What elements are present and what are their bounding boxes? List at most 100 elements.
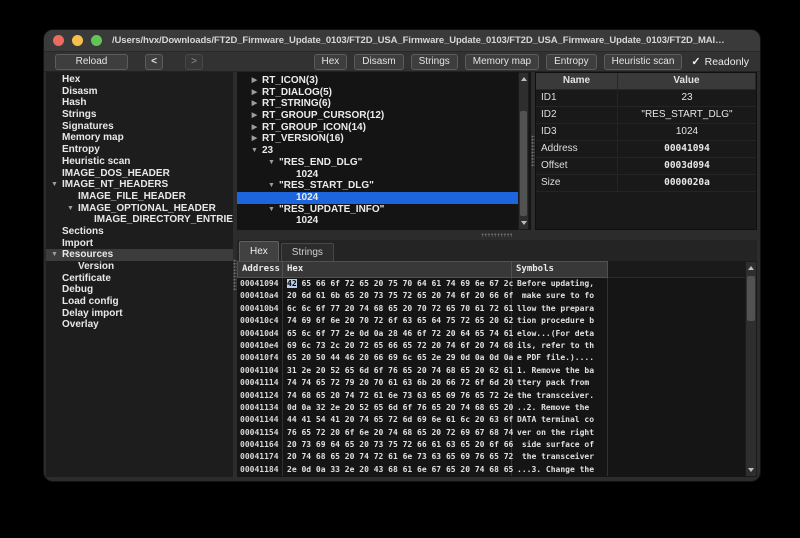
tree-item-rt-string-6[interactable]: ▶RT_STRING(6) <box>237 98 518 110</box>
forward-button[interactable]: > <box>185 54 203 70</box>
tree-item-23[interactable]: ▼23 <box>237 145 518 157</box>
hex-row[interactable]: 0004109442 65 66 6f 72 65 20 75 70 64 61… <box>237 278 745 290</box>
sidebar-item-image-file-header[interactable]: IMAGE_FILE_HEADER <box>46 191 233 203</box>
sidebar-item-hex[interactable]: Hex <box>46 74 233 86</box>
chevron-down-icon[interactable]: ▼ <box>49 249 60 261</box>
sidebar-item-heuristic-scan[interactable]: Heuristic scan <box>46 156 233 168</box>
toolbar-button-entropy[interactable]: Entropy <box>546 54 596 70</box>
property-row-size[interactable]: Size0000020a <box>536 175 756 192</box>
property-row-id3[interactable]: ID31024 <box>536 124 756 141</box>
hex-row[interactable]: 0004114444 41 54 41 20 74 65 72 6d 69 6e… <box>237 414 745 426</box>
tree-item-1024[interactable]: 1024 <box>237 169 518 181</box>
hex-row-address: 00041104 <box>237 365 283 377</box>
toolbar-button-strings[interactable]: Strings <box>411 54 458 70</box>
tree-scrollbar[interactable] <box>518 72 529 230</box>
scroll-down-arrow-icon[interactable] <box>519 217 528 229</box>
toolbar-button-heuristic-scan[interactable]: Heuristic scan <box>604 54 683 70</box>
hex-row[interactable]: 000411340d 0a 32 2e 20 52 65 6d 6f 76 65… <box>237 402 745 414</box>
tree-item-res-end-dlg[interactable]: ▼"RES_END_DLG" <box>237 157 518 169</box>
sidebar-item-strings[interactable]: Strings <box>46 109 233 121</box>
zoom-window-button[interactable] <box>91 35 102 46</box>
sidebar-item-label: Import <box>62 238 93 249</box>
sidebar-item-image-nt-headers[interactable]: ▼IMAGE_NT_HEADERS <box>46 179 233 191</box>
scrollbar-thumb[interactable] <box>520 111 527 216</box>
hex-row[interactable]: 000411842e 0d 0a 33 2e 20 43 68 61 6e 67… <box>237 464 745 476</box>
sidebar-item-image-directory-entries[interactable]: IMAGE_DIRECTORY_ENTRIES <box>46 214 233 226</box>
sidebar-item-memory-map[interactable]: Memory map <box>46 132 233 144</box>
tree-item-1024[interactable]: 1024 <box>237 215 518 227</box>
sidebar-item-version[interactable]: Version <box>46 261 233 273</box>
sidebar-item-resources[interactable]: ▼Resources <box>46 249 233 261</box>
sidebar-item-disasm[interactable]: Disasm <box>46 86 233 98</box>
chevron-down-icon[interactable]: ▼ <box>65 203 76 215</box>
back-button[interactable]: < <box>145 54 163 70</box>
tree-item-res-update-info[interactable]: ▼"RES_UPDATE_INFO" <box>237 204 518 216</box>
tab-strings[interactable]: Strings <box>281 243 334 261</box>
property-row-id1[interactable]: ID123 <box>536 90 756 107</box>
chevron-down-icon[interactable]: ▼ <box>266 204 277 216</box>
sidebar-item-debug[interactable]: Debug <box>46 284 233 296</box>
tree-item-rt-group-cursor-12[interactable]: ▶RT_GROUP_CURSOR(12) <box>237 110 518 122</box>
sidebar-item-signatures[interactable]: Signatures <box>46 121 233 133</box>
hex-row[interactable]: 0004110431 2e 20 52 65 6d 6f 76 65 20 74… <box>237 365 745 377</box>
view-buttons-group: Hex Disasm Strings Memory map Entropy Heurist… <box>314 54 683 70</box>
chevron-right-icon[interactable]: ▶ <box>249 122 260 134</box>
sidebar-item-hash[interactable]: Hash <box>46 97 233 109</box>
sidebar-item-overlay[interactable]: Overlay <box>46 319 233 331</box>
sidebar-item-sections[interactable]: Sections <box>46 226 233 238</box>
sidebar-item-delay-import[interactable]: Delay import <box>46 308 233 320</box>
hex-row[interactable]: 0004115476 65 72 20 6f 6e 20 74 68 65 20… <box>237 427 745 439</box>
hex-row[interactable]: 000410e469 6c 73 2c 20 72 65 66 65 72 20… <box>237 340 745 352</box>
chevron-down-icon[interactable]: ▼ <box>49 179 60 191</box>
scroll-up-arrow-icon[interactable] <box>519 73 528 85</box>
hex-row[interactable]: 000410b46c 6c 6f 77 20 74 68 65 20 70 72… <box>237 303 745 315</box>
sidebar-item-image-optional-header[interactable]: ▼IMAGE_OPTIONAL_HEADER <box>46 203 233 215</box>
hex-row[interactable]: 0004112474 68 65 20 74 72 61 6e 73 63 65… <box>237 390 745 402</box>
sidebar-item-image-dos-header[interactable]: IMAGE_DOS_HEADER <box>46 168 233 180</box>
readonly-checkbox[interactable]: ✓ Readonly <box>691 55 749 68</box>
toolbar-button-memory-map[interactable]: Memory map <box>465 54 539 70</box>
chevron-right-icon[interactable]: ▶ <box>249 75 260 87</box>
minimize-window-button[interactable] <box>72 35 83 46</box>
tab-hex[interactable]: Hex <box>239 241 279 261</box>
hex-row[interactable]: 0004116420 73 69 64 65 20 73 75 72 66 61… <box>237 439 745 451</box>
hex-row-bytes: 20 6d 61 6b 65 20 73 75 72 65 20 74 6f 2… <box>283 290 512 302</box>
close-window-button[interactable] <box>53 35 64 46</box>
chevron-down-icon[interactable]: ▼ <box>249 145 260 157</box>
toolbar-button-hex[interactable]: Hex <box>314 54 348 70</box>
hex-row[interactable]: 000410d465 6c 6f 77 2e 0d 0a 28 46 6f 72… <box>237 328 745 340</box>
chevron-right-icon[interactable]: ▶ <box>249 110 260 122</box>
sidebar-item-certificate[interactable]: Certificate <box>46 273 233 285</box>
hex-row[interactable]: 000410a420 6d 61 6b 65 20 73 75 72 65 20… <box>237 290 745 302</box>
property-row-address[interactable]: Address00041094 <box>536 141 756 158</box>
chevron-down-icon[interactable]: ▼ <box>266 180 277 192</box>
scroll-up-arrow-icon[interactable] <box>746 262 756 274</box>
sidebar-item-import[interactable]: Import <box>46 238 233 250</box>
scroll-down-arrow-icon[interactable] <box>746 464 756 476</box>
chevron-right-icon[interactable]: ▶ <box>249 98 260 110</box>
sidebar-item-load-config[interactable]: Load config <box>46 296 233 308</box>
tree-item-res-start-dlg[interactable]: ▼"RES_START_DLG" <box>237 180 518 192</box>
tree-item-rt-version-16[interactable]: ▶RT_VERSION(16) <box>237 133 518 145</box>
hex-scrollbar[interactable] <box>745 261 757 477</box>
sidebar-item-entropy[interactable]: Entropy <box>46 144 233 156</box>
chevron-right-icon[interactable]: ▶ <box>249 133 260 145</box>
chevron-down-icon[interactable]: ▼ <box>266 157 277 169</box>
tree-item-rt-dialog-5[interactable]: ▶RT_DIALOG(5) <box>237 87 518 99</box>
toolbar-button-disasm[interactable]: Disasm <box>354 54 403 70</box>
sidebar-item-label: Resources <box>62 249 113 260</box>
tree-item-rt-icon-3[interactable]: ▶RT_ICON(3) <box>237 75 518 87</box>
tree-item-1024[interactable]: 1024 <box>237 192 518 204</box>
property-row-id2[interactable]: ID2"RES_START_DLG" <box>536 107 756 124</box>
property-row-offset[interactable]: Offset0003d094 <box>536 158 756 175</box>
tree-item-rt-group-icon-14[interactable]: ▶RT_GROUP_ICON(14) <box>237 122 518 134</box>
selected-byte[interactable]: 42 <box>287 279 297 288</box>
hex-row[interactable]: 000410f465 20 50 44 46 20 66 69 6c 65 2e… <box>237 352 745 364</box>
reload-button[interactable]: Reload <box>55 54 128 70</box>
hex-row[interactable]: 000410c474 69 6f 6e 20 70 72 6f 63 65 64… <box>237 315 745 327</box>
hex-row[interactable]: 0004111474 74 65 72 79 20 70 61 63 6b 20… <box>237 377 745 389</box>
horizontal-splitter[interactable] <box>237 230 757 240</box>
scrollbar-thumb[interactable] <box>747 276 755 321</box>
hex-row[interactable]: 0004117420 74 68 65 20 74 72 61 6e 73 63… <box>237 451 745 463</box>
chevron-right-icon[interactable]: ▶ <box>249 87 260 99</box>
